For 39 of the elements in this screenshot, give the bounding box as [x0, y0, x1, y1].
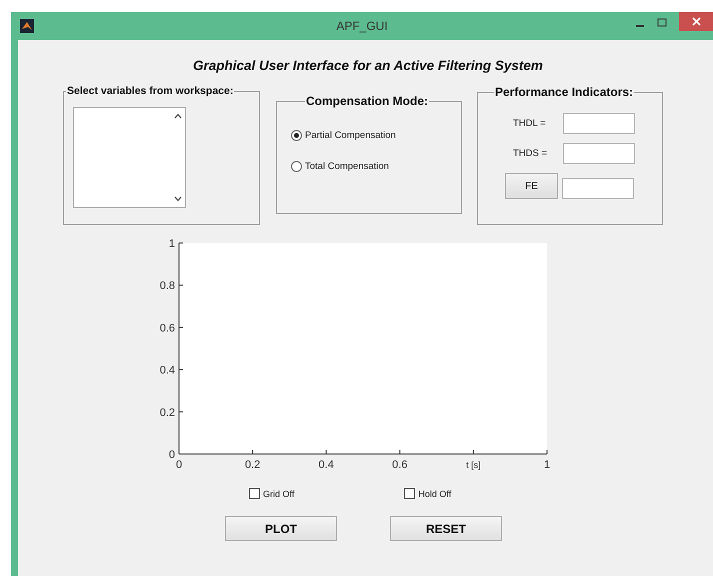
checkbox[interactable]: [249, 488, 260, 499]
window-title: APF_GUI: [336, 19, 388, 33]
action-button[interactable]: PLOT: [225, 516, 337, 541]
checkbox-option[interactable]: Grid Off: [249, 488, 294, 499]
heading: Graphical User Interface for an Active Filtering System: [193, 58, 543, 73]
x-tick-label: 0.2: [244, 459, 260, 471]
input-field[interactable]: [563, 112, 635, 134]
checkbox-label: Grid Off: [263, 488, 294, 498]
close-icon: [692, 17, 700, 26]
app-icon: [20, 19, 34, 33]
action-button[interactable]: RESET: [390, 516, 502, 541]
y-tick-label: 0.4: [160, 364, 175, 377]
checkbox-label: Hold Off: [418, 488, 452, 498]
radio-button[interactable]: [291, 161, 302, 172]
scroll-up-icon[interactable]: [174, 113, 182, 119]
x-tick-label: 0.4: [318, 459, 334, 471]
x-tick-label: 1: [544, 459, 550, 471]
y-tick-label: 0: [168, 449, 175, 461]
panel-title: Select variables from workspace:: [66, 85, 234, 97]
indicator-button[interactable]: FE: [505, 173, 558, 199]
input-field[interactable]: [563, 142, 635, 164]
close-button[interactable]: [679, 12, 713, 31]
indicator-label: THDL =: [513, 118, 547, 128]
y-tick-label: 0.8: [160, 280, 175, 292]
radio-button[interactable]: [291, 130, 302, 141]
y-tick-label: 0.6: [160, 322, 175, 334]
x-tick-label: t [s]: [466, 460, 481, 470]
x-tick-label: 0.6: [392, 459, 408, 471]
y-tick-label: 0.2: [160, 406, 175, 419]
y-tick-label: 1: [168, 238, 175, 250]
scroll-down-icon[interactable]: [174, 196, 182, 202]
checkbox[interactable]: [404, 488, 416, 499]
maximize-icon[interactable]: [657, 18, 667, 28]
panel-title: Performance Indicators:: [494, 85, 634, 99]
panel-title: Compensation Mode:: [305, 94, 429, 108]
indicator-label: THDS =: [513, 148, 548, 158]
checkbox-option[interactable]: Hold Off: [404, 488, 452, 499]
input-field[interactable]: [562, 178, 634, 198]
x-tick-label: 0: [176, 459, 182, 471]
